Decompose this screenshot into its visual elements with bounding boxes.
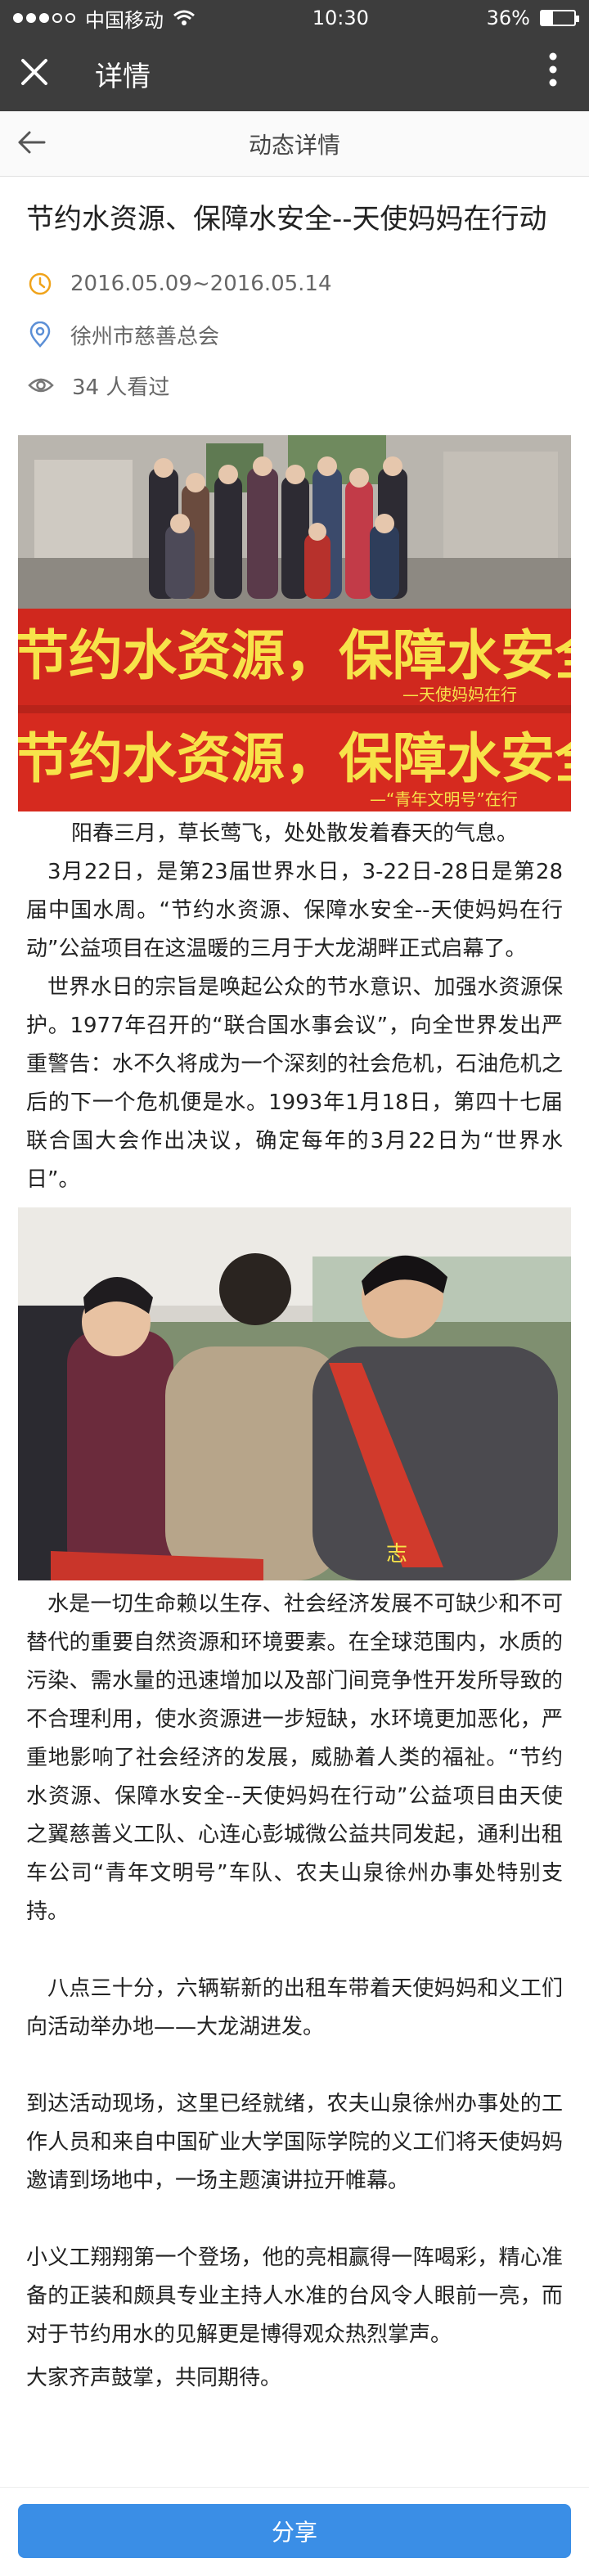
app-bar: 详情	[0, 36, 589, 111]
paragraph-5: 八点三十分，六辆崭新的出租车带着天使妈妈和义工们向活动举办地——大龙湖进发。	[26, 1976, 563, 2039]
back-button[interactable]	[16, 126, 46, 162]
more-button[interactable]	[537, 52, 569, 96]
close-icon	[21, 59, 47, 85]
battery-level-fill	[541, 11, 554, 25]
banner-sub-1: —天使妈妈在行	[402, 685, 517, 704]
share-button[interactable]: 分享	[18, 2504, 571, 2558]
hug-photo: 志	[18, 1207, 571, 1580]
eye-icon	[28, 378, 54, 393]
more-vert-icon	[549, 52, 557, 87]
location-pin-icon	[29, 321, 51, 348]
date-row: 2016.05.09~2016.05.14	[18, 258, 571, 309]
clock-icon	[29, 272, 52, 295]
status-bar: 中国移动 10:30 36%	[0, 0, 589, 36]
battery-icon	[539, 10, 579, 26]
battery-percent: 36%	[486, 7, 530, 29]
views-row: 34 人看过	[18, 360, 571, 411]
close-button[interactable]	[20, 55, 65, 92]
location-text: 徐州市慈善总会	[70, 324, 220, 349]
banner-text-2: 节约水资源，保障水安全	[18, 727, 571, 790]
paragraph-6: 到达活动现场，这里已经就绪，农夫山泉徐州办事处的工作人员和来自中国矿业大学国际学…	[26, 2092, 563, 2193]
status-bar-right: 36%	[486, 7, 579, 29]
footer-bar: 分享	[0, 2487, 589, 2576]
paragraph-3: 世界水日的宗旨是唤起公众的节水意识、加强水资源保护。1977年召开的“联合国水事…	[26, 975, 563, 1192]
group-photo-banner: 节约水资源，保障水安全 —天使妈妈在行 节约水资源，保障水安全 —“青年文明号”…	[18, 435, 571, 811]
signal-dots-icon	[13, 13, 75, 23]
app-bar-title: 详情	[95, 60, 151, 93]
banner-text-1: 节约水资源，保障水安全	[18, 624, 571, 687]
view-count: 34 人看过	[72, 375, 170, 400]
sub-nav: 动态详情	[0, 111, 589, 177]
paragraph-7: 小义工翔翔第一个登场，他的亮相赢得一阵喝彩，精心准备的正装和颇具专业主持人水准的…	[26, 2246, 563, 2347]
banner-sub-2: —“青年文明号”在行	[370, 789, 518, 809]
article-content: 节约水资源、保障水安全--天使妈妈在行动 2016.05.09~2016.05.…	[0, 200, 589, 2398]
wifi-icon	[173, 10, 195, 25]
paragraph-4: 水是一切生命赖以生存、社会经济发展不可缺少和不可替代的重要自然资源和环境要素。在…	[26, 1592, 563, 1924]
clock-time: 10:30	[312, 7, 369, 29]
sub-nav-title: 动态详情	[248, 131, 340, 159]
article-title: 节约水资源、保障水安全--天使妈妈在行动	[26, 203, 547, 236]
paragraph-8: 大家齐声鼓掌，共同期待。	[26, 2366, 282, 2390]
back-arrow-icon	[18, 131, 46, 154]
sash-text: 志	[386, 1542, 407, 1567]
carrier-label: 中国移动	[85, 8, 164, 32]
paragraph-1: 阳春三月，草长莺飞，处处散发着春天的气息。	[70, 821, 518, 846]
date-range: 2016.05.09~2016.05.14	[70, 272, 332, 296]
location-row: 徐州市慈善总会	[18, 309, 571, 360]
status-bar-left: 中国移动	[13, 4, 195, 33]
paragraph-2: 3月22日，是第23届世界水日，3-22日-28日是第28届中国水周。“节约水资…	[26, 860, 563, 961]
